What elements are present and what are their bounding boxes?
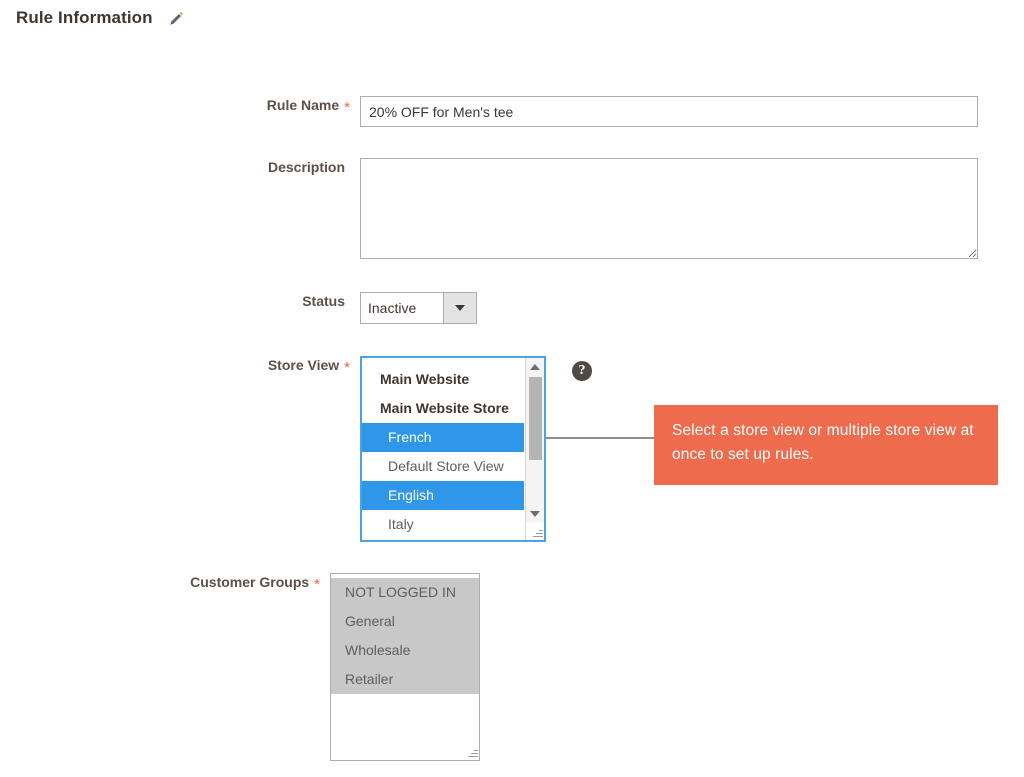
rule-name-label: Rule Name * bbox=[266, 97, 350, 116]
callout-connector-line bbox=[546, 437, 656, 439]
customer-groups-option-retailer[interactable]: Retailer bbox=[331, 665, 479, 694]
field-row-rule-name: Rule Name * bbox=[30, 96, 978, 127]
customer-groups-field-wrap: NOT LOGGED IN General Wholesale Retailer bbox=[330, 573, 480, 761]
customer-groups-option-general[interactable]: General bbox=[331, 607, 479, 636]
status-select[interactable]: Inactive bbox=[360, 292, 477, 324]
field-row-description: Description bbox=[30, 158, 978, 259]
store-view-option-default-store-view[interactable]: Default Store View bbox=[362, 452, 544, 481]
customer-groups-option-not-logged-in[interactable]: NOT LOGGED IN bbox=[331, 578, 479, 607]
page-title: Rule Information bbox=[16, 8, 153, 27]
customer-groups-option-wholesale[interactable]: Wholesale bbox=[331, 636, 479, 665]
store-view-label: Store View * bbox=[267, 357, 350, 376]
store-view-option-french[interactable]: French bbox=[362, 423, 524, 452]
field-row-status: Status Inactive bbox=[30, 292, 477, 324]
store-view-group-main-website: Main Website bbox=[380, 371, 470, 387]
store-view-multiselect[interactable]: Main Website Main Website Store French D… bbox=[360, 356, 546, 542]
store-view-scrollbar[interactable] bbox=[525, 358, 544, 540]
customer-groups-option-list: NOT LOGGED IN General Wholesale Retailer bbox=[331, 574, 479, 760]
status-select-value: Inactive bbox=[368, 300, 417, 316]
scroll-down-arrow-icon[interactable] bbox=[526, 505, 544, 522]
scroll-up-arrow-icon[interactable] bbox=[526, 358, 544, 375]
field-row-store-view: Store View * Main Website Main Website St… bbox=[30, 356, 546, 542]
status-label: Status bbox=[302, 293, 345, 309]
description-field-wrap bbox=[360, 158, 978, 259]
store-view-option-italy[interactable]: Italy bbox=[362, 510, 544, 539]
section-header: Rule Information bbox=[16, 8, 185, 28]
description-textarea[interactable] bbox=[360, 158, 978, 259]
customer-groups-multiselect[interactable]: NOT LOGGED IN General Wholesale Retailer bbox=[330, 573, 480, 761]
required-marker: * bbox=[344, 99, 350, 116]
description-label: Description bbox=[267, 159, 345, 175]
store-view-callout-tooltip: Select a store view or multiple store vi… bbox=[654, 405, 998, 485]
resize-grip-background bbox=[526, 522, 544, 540]
rule-name-field-wrap bbox=[360, 96, 978, 127]
store-view-field-wrap: Main Website Main Website Store French D… bbox=[360, 356, 546, 542]
pencil-icon[interactable] bbox=[167, 10, 185, 28]
required-marker: * bbox=[314, 576, 320, 593]
status-field-wrap: Inactive bbox=[360, 292, 477, 324]
chevron-down-icon[interactable] bbox=[443, 293, 476, 323]
question-mark-icon[interactable]: ? bbox=[572, 361, 592, 381]
store-view-option-list: Main Website Main Website Store French D… bbox=[362, 358, 544, 540]
field-row-customer-groups: Customer Groups * NOT LOGGED IN General W… bbox=[0, 573, 480, 761]
rule-name-input[interactable] bbox=[360, 96, 978, 127]
scrollbar-thumb[interactable] bbox=[529, 377, 542, 460]
store-view-option-english[interactable]: English bbox=[362, 481, 524, 510]
required-marker: * bbox=[344, 359, 350, 376]
store-view-group-main-website-store: Main Website Store bbox=[380, 400, 509, 416]
customer-groups-label: Customer Groups * bbox=[190, 574, 320, 593]
